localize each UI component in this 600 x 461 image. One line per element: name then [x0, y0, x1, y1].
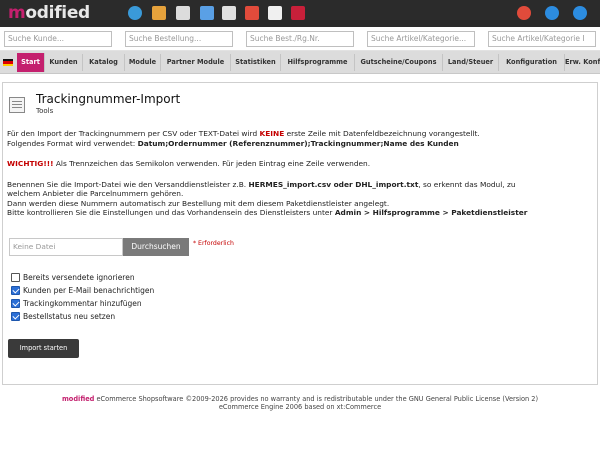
copy-icon[interactable]: [200, 6, 214, 20]
globe-icon[interactable]: [128, 6, 142, 20]
checkbox-box[interactable]: [11, 299, 20, 308]
article-search-input-2[interactable]: Suche Artikel/Kategorie I: [488, 31, 596, 47]
page-subtitle: Tools: [36, 107, 54, 115]
nav-partner-module[interactable]: Partner Module: [161, 54, 231, 71]
nav-start[interactable]: Start: [17, 53, 45, 72]
intro-line-1: Für den Import der Trackingnummern per C…: [7, 129, 480, 138]
cube-icon[interactable]: [291, 6, 305, 20]
shield-icon[interactable]: [245, 6, 259, 20]
order-icon[interactable]: [176, 6, 190, 20]
nav-module[interactable]: Module: [125, 54, 161, 71]
naming-line-2: welchem Anbieter die Parcelnummern gehör…: [7, 189, 184, 198]
footer-brand[interactable]: modified: [62, 395, 94, 403]
main-nav: Start Kunden Katalog Module Partner Modu…: [0, 51, 600, 74]
brand-logo[interactable]: modified: [8, 3, 90, 23]
document-icon[interactable]: [222, 6, 236, 20]
page-title: Trackingnummer-Import: [36, 92, 181, 106]
naming-line-4: Bitte kontrollieren Sie die Einstellunge…: [7, 208, 528, 217]
info-icon[interactable]: [573, 6, 587, 20]
help-ring-icon[interactable]: [517, 6, 531, 20]
checkbox-box[interactable]: [11, 286, 20, 295]
checkbox-label: Trackingkommentar hinzufügen: [23, 299, 142, 308]
nav-kunden[interactable]: Kunden: [45, 54, 83, 71]
footer-line-1: modified eCommerce Shopsoftware ©2009-20…: [61, 395, 539, 403]
nav-hilfsprogramme[interactable]: Hilfsprogramme: [281, 54, 355, 71]
checkbox-label: Bestellstatus neu setzen: [23, 312, 116, 321]
checkbox-label: Bereits versendete ignorieren: [23, 273, 135, 282]
footer-line-2: eCommerce Engine 2006 based on xt:Commer…: [218, 403, 382, 411]
nav-statistiken[interactable]: Statistiken: [231, 54, 281, 71]
nav-katalog[interactable]: Katalog: [83, 54, 125, 71]
checkbox-box[interactable]: [11, 312, 20, 321]
nav-konfiguration[interactable]: Konfiguration: [499, 54, 565, 71]
naming-line-3: Dann werden diese Nummern automatisch zu…: [7, 199, 390, 208]
refresh-icon[interactable]: [545, 6, 559, 20]
browse-button[interactable]: Durchsuchen: [123, 238, 189, 256]
article-search-input[interactable]: Suche Artikel/Kategorie...: [367, 31, 475, 47]
nav-gutscheine[interactable]: Gutscheine/Coupons: [355, 54, 443, 71]
required-note: * Erforderlich: [193, 240, 234, 247]
customer-search-input[interactable]: Suche Kunde...: [4, 31, 112, 47]
mail-icon[interactable]: [268, 6, 282, 20]
checkbox-label: Kunden per E-Mail benachrichtigen: [23, 286, 155, 295]
warning-line: WICHTIG!!! Als Trennzeichen das Semikolo…: [7, 159, 371, 168]
file-input[interactable]: Keine Datei: [9, 238, 123, 256]
search-row: Suche Kunde... Suche Bestellung... Suche…: [0, 27, 600, 51]
naming-line-1: Benennen Sie die Import-Datei wie den Ve…: [7, 180, 516, 189]
intro-line-2: Folgendes Format wird verwendet: Datum;O…: [7, 139, 459, 148]
import-start-button[interactable]: Import starten: [8, 339, 79, 358]
top-bar: modified: [0, 0, 600, 27]
nav-land-steuer[interactable]: Land/Steuer: [443, 54, 499, 71]
flag-icon[interactable]: [3, 59, 13, 66]
order-number-search-input[interactable]: Suche Best./Rg.Nr.: [246, 31, 354, 47]
content-panel: [2, 82, 598, 385]
users-icon[interactable]: [152, 6, 166, 20]
order-search-input[interactable]: Suche Bestellung...: [125, 31, 233, 47]
tools-page-icon: [9, 97, 25, 113]
checkbox-box[interactable]: [11, 273, 20, 282]
nav-erw-konf[interactable]: Erw. Konf: [565, 54, 600, 71]
